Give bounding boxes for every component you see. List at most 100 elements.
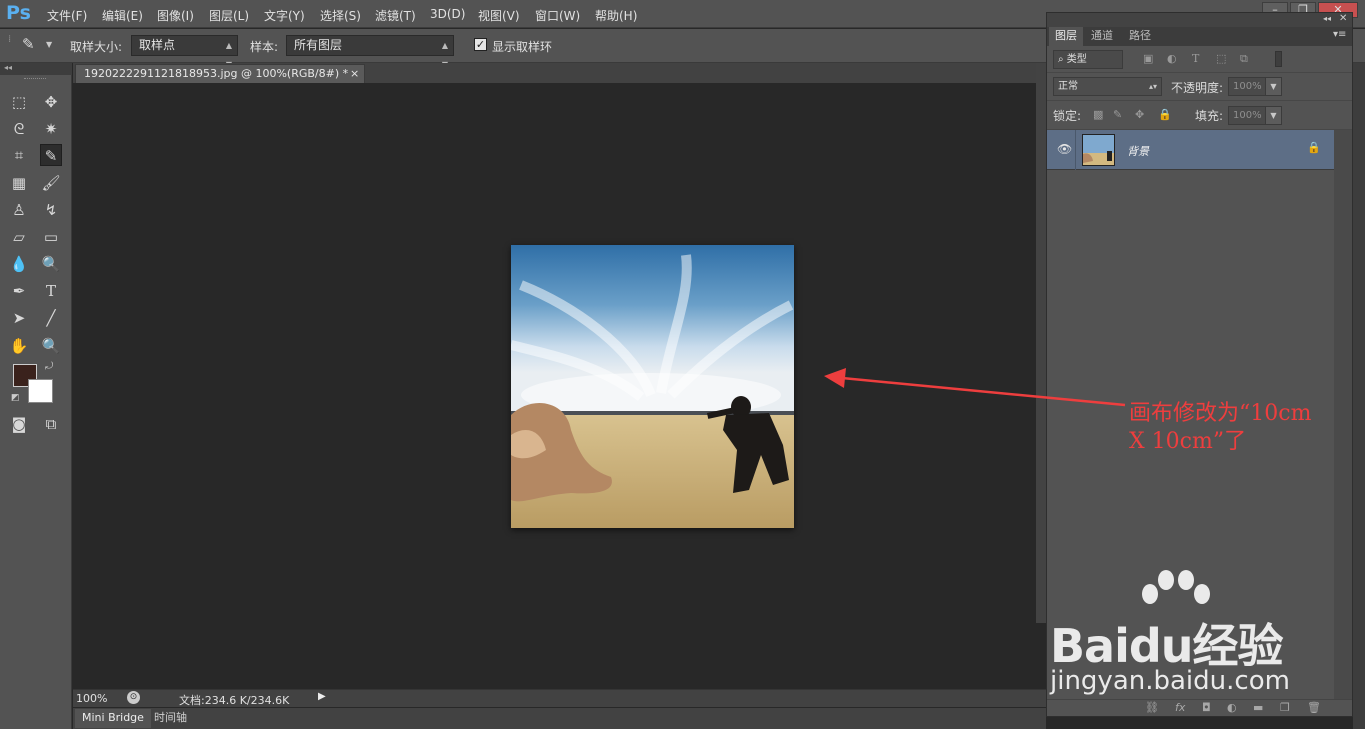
- filter-type-select[interactable]: ⌕ 类型: [1053, 50, 1123, 69]
- filter-toggle-switch[interactable]: [1275, 51, 1282, 67]
- show-ring-checkbox[interactable]: ✓: [474, 38, 487, 51]
- menu-image[interactable]: 图像(I): [157, 7, 194, 24]
- delete-layer-icon[interactable]: 🗑: [1307, 701, 1321, 714]
- dodge-tool-icon[interactable]: 🔍: [40, 253, 62, 275]
- sample-size-label: 取样大小:: [70, 40, 123, 54]
- zoom-tool-icon[interactable]: 🔍: [40, 335, 62, 357]
- tab-channels[interactable]: 通道: [1085, 27, 1119, 46]
- type-tool-icon[interactable]: T: [40, 280, 62, 302]
- document-image[interactable]: [511, 245, 794, 528]
- menu-filter[interactable]: 滤镜(T): [375, 7, 416, 24]
- menu-window[interactable]: 窗口(W): [535, 7, 580, 24]
- move-tool-icon[interactable]: ✥: [40, 91, 62, 113]
- preset-chevron-down-icon[interactable]: ▼: [46, 40, 52, 49]
- fill-field[interactable]: 100% ▼: [1228, 106, 1282, 125]
- background-color-swatch[interactable]: [28, 379, 53, 403]
- tab-layers[interactable]: 图层: [1049, 27, 1083, 46]
- chevron-down-icon[interactable]: ▼: [1265, 78, 1281, 95]
- eye-visibility-icon[interactable]: 👁: [1057, 142, 1072, 156]
- fx-icon[interactable]: fx: [1175, 701, 1185, 714]
- hand-tool-icon[interactable]: ✋: [8, 335, 30, 357]
- menu-select[interactable]: 选择(S): [320, 7, 361, 24]
- stepper-icon: ▴▾: [1148, 82, 1158, 91]
- tab-timeline[interactable]: 时间轴: [147, 709, 194, 728]
- line-tool-icon[interactable]: ╱: [40, 307, 62, 329]
- tab-paths[interactable]: 路径: [1123, 27, 1157, 46]
- pen-tool-icon[interactable]: ✒: [8, 280, 30, 302]
- default-colors-icon[interactable]: ◩: [11, 393, 20, 403]
- quick-mask-icon[interactable]: ◙: [8, 413, 30, 435]
- show-ring-label: 显示取样环: [492, 40, 553, 54]
- bottom-panel-tabs: Mini Bridge 时间轴: [73, 708, 1046, 729]
- document-tab[interactable]: 1920222291121818953.jpg @ 100%(RGB/8#) *…: [75, 64, 365, 83]
- sample-select[interactable]: 所有图层▲▼: [286, 35, 454, 69]
- adjustment-layer-icon[interactable]: ◐: [1227, 701, 1237, 714]
- smart-object-filter-icon[interactable]: ⧉: [1240, 52, 1248, 66]
- opacity-label: 不透明度:: [1171, 81, 1224, 95]
- collapsed-panel-strip: [1353, 63, 1365, 729]
- link-layers-icon[interactable]: ⛓: [1145, 701, 1159, 714]
- adjustment-filter-icon[interactable]: ◐: [1167, 52, 1177, 65]
- brush-tool-icon[interactable]: 🖌: [40, 172, 62, 194]
- shape-filter-icon[interactable]: ⬚: [1216, 52, 1226, 65]
- blur-tool-icon[interactable]: 💧: [8, 253, 30, 275]
- search-icon: ⌕: [1058, 54, 1067, 65]
- marquee-tool-icon[interactable]: ⬚: [8, 91, 30, 113]
- fill-value: 100%: [1233, 110, 1262, 121]
- status-preview-icon[interactable]: ⊙: [127, 691, 140, 704]
- status-bar: 100% ⊙ 文档:234.6 K/234.6K ▶: [73, 689, 1046, 707]
- pixel-filter-icon[interactable]: ▣: [1143, 52, 1153, 65]
- swap-colors-icon[interactable]: ⤾: [45, 361, 53, 372]
- lasso-tool-icon[interactable]: ᘓ: [8, 118, 30, 140]
- layer-name[interactable]: 背景: [1127, 143, 1149, 159]
- eraser-tool-icon[interactable]: ▱: [8, 226, 30, 248]
- type-filter-icon[interactable]: T: [1192, 52, 1199, 65]
- screen-mode-icon[interactable]: ⧉: [40, 413, 62, 435]
- tools-panel: ◂◂ ⬚ ✥ ᘓ ✷ ⌗ ✎ ▦ 🖌 ♙ ↯ ▱ ▭ 💧 🔍 ✒ T ➤ ╱ ✋…: [0, 63, 72, 729]
- magic-wand-tool-icon[interactable]: ✷: [40, 118, 62, 140]
- blend-row: 正常 ▴▾ 不透明度: 100% ▼: [1047, 73, 1352, 101]
- menu-edit[interactable]: 编辑(E): [102, 7, 143, 24]
- beach-photo: [511, 245, 794, 528]
- menu-file[interactable]: 文件(F): [47, 7, 87, 24]
- lock-transparency-icon[interactable]: ▩: [1093, 108, 1103, 121]
- healing-brush-tool-icon[interactable]: ▦: [8, 172, 30, 194]
- collapse-arrows-icon[interactable]: ◂◂: [1323, 14, 1331, 23]
- new-layer-icon[interactable]: ❐: [1280, 701, 1290, 714]
- status-menu-arrow-icon[interactable]: ▶: [318, 691, 326, 702]
- tab-mini-bridge[interactable]: Mini Bridge: [75, 709, 151, 728]
- zoom-level[interactable]: 100%: [76, 692, 107, 705]
- layer-row-background[interactable]: 👁 背景 🔒: [1047, 130, 1334, 170]
- menu-help[interactable]: 帮助(H): [595, 7, 637, 24]
- sample-size-select[interactable]: 取样点▲▼: [131, 35, 238, 69]
- lock-all-icon[interactable]: 🔒: [1158, 108, 1172, 121]
- add-mask-icon[interactable]: ◘: [1202, 701, 1211, 714]
- close-tab-icon[interactable]: ×: [350, 65, 359, 82]
- menu-3d[interactable]: 3D(D): [430, 7, 465, 21]
- path-selection-tool-icon[interactable]: ➤: [8, 307, 30, 329]
- opacity-value: 100%: [1233, 81, 1262, 92]
- collapse-arrows-icon[interactable]: ◂◂: [0, 63, 72, 75]
- clone-stamp-tool-icon[interactable]: ♙: [8, 199, 30, 221]
- eyedropper-tool-icon[interactable]: ✎: [40, 144, 62, 166]
- lock-pixels-icon[interactable]: ✎: [1113, 108, 1122, 121]
- layers-panel-footer: ⛓ fx ◘ ◐ ▬ ❐ 🗑: [1047, 699, 1352, 717]
- history-brush-tool-icon[interactable]: ↯: [40, 199, 62, 221]
- lock-row: 锁定: ▩ ✎ ✥ 🔒 填充: 100% ▼: [1047, 101, 1352, 130]
- layers-scrollbar[interactable]: [1334, 130, 1352, 699]
- panel-menu-icon[interactable]: ▾≡: [1333, 29, 1346, 40]
- eyedropper-preset-icon[interactable]: ✎: [22, 35, 35, 53]
- close-icon[interactable]: ✕: [1339, 13, 1347, 24]
- panel-header[interactable]: ◂◂ ✕: [1047, 13, 1352, 27]
- lock-position-icon[interactable]: ✥: [1135, 108, 1144, 121]
- annotation-text: 画布修改为“10cm X 10cm”了: [1129, 401, 1312, 454]
- menu-view[interactable]: 视图(V): [478, 7, 520, 24]
- menu-layer[interactable]: 图层(L): [209, 7, 249, 24]
- opacity-field[interactable]: 100% ▼: [1228, 77, 1282, 96]
- crop-tool-icon[interactable]: ⌗: [8, 144, 30, 166]
- new-group-icon[interactable]: ▬: [1253, 701, 1263, 714]
- chevron-down-icon[interactable]: ▼: [1265, 107, 1281, 124]
- menu-type[interactable]: 文字(Y): [264, 7, 305, 24]
- blend-mode-select[interactable]: 正常 ▴▾: [1053, 77, 1162, 96]
- gradient-tool-icon[interactable]: ▭: [40, 226, 62, 248]
